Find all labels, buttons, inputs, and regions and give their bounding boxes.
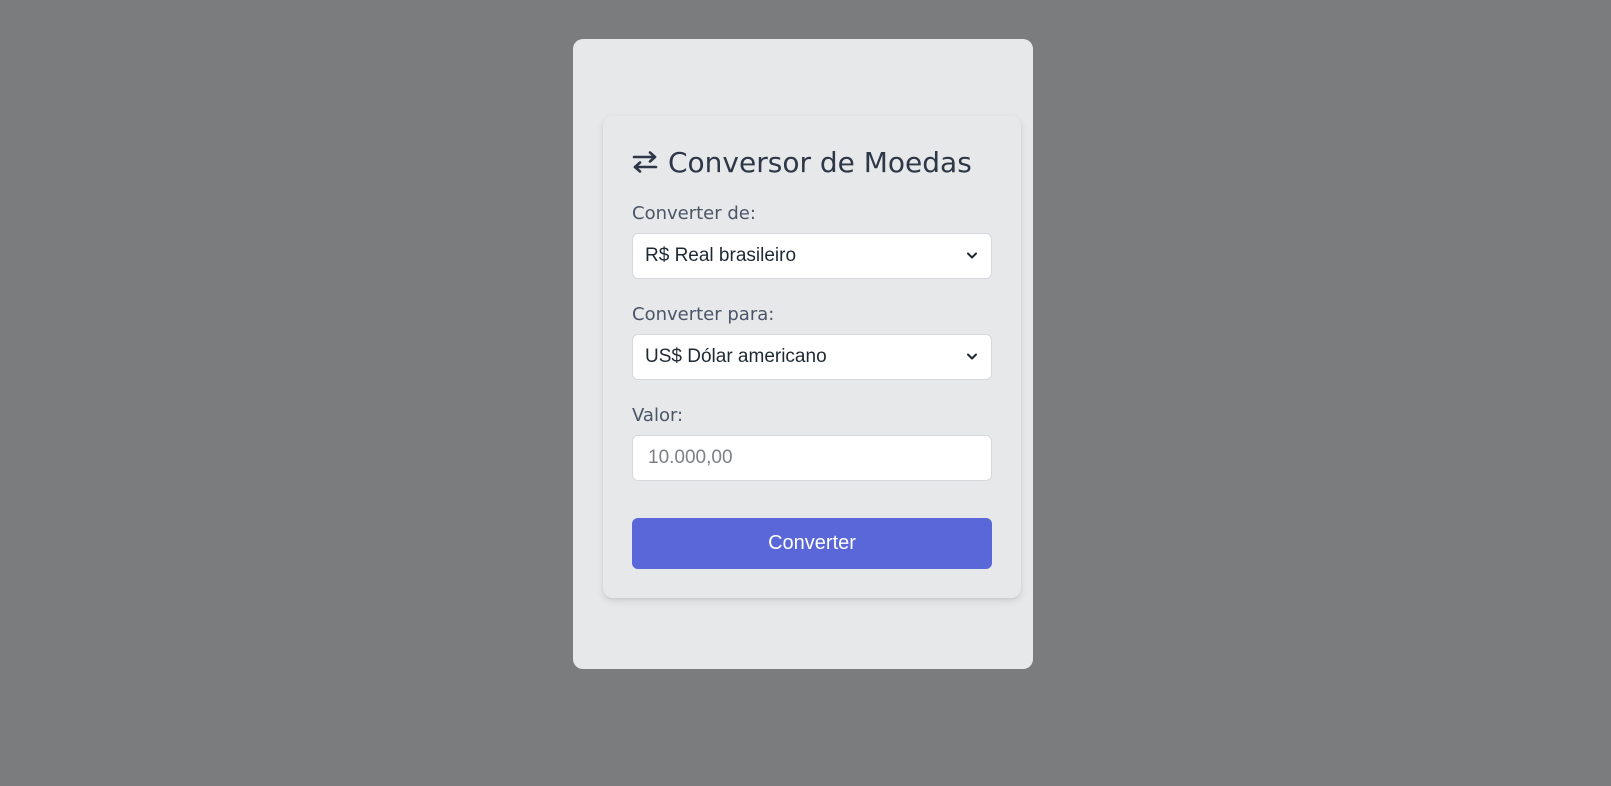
from-currency-value: R$ Real brasileiro — [645, 245, 797, 266]
amount-label: Valor: — [632, 405, 684, 426]
chevron-down-icon — [965, 350, 979, 364]
amount-input[interactable] — [632, 435, 992, 481]
converter-header: Conversor de Moedas — [632, 140, 972, 184]
converter-card: Conversor de Moedas Converter de: R$ Rea… — [603, 116, 1021, 598]
from-currency-select[interactable]: R$ Real brasileiro — [632, 233, 992, 279]
exchange-arrows-icon — [632, 149, 658, 175]
to-currency-select[interactable]: US$ Dólar americano — [632, 334, 992, 380]
to-currency-label: Converter para: — [632, 304, 775, 325]
to-currency-value: US$ Dólar americano — [645, 346, 827, 367]
converter-container: Conversor de Moedas Converter de: R$ Rea… — [573, 39, 1033, 669]
page-title: Conversor de Moedas — [668, 145, 972, 179]
from-currency-label: Converter de: — [632, 203, 756, 224]
convert-button[interactable]: Converter — [632, 518, 992, 569]
chevron-down-icon — [965, 249, 979, 263]
